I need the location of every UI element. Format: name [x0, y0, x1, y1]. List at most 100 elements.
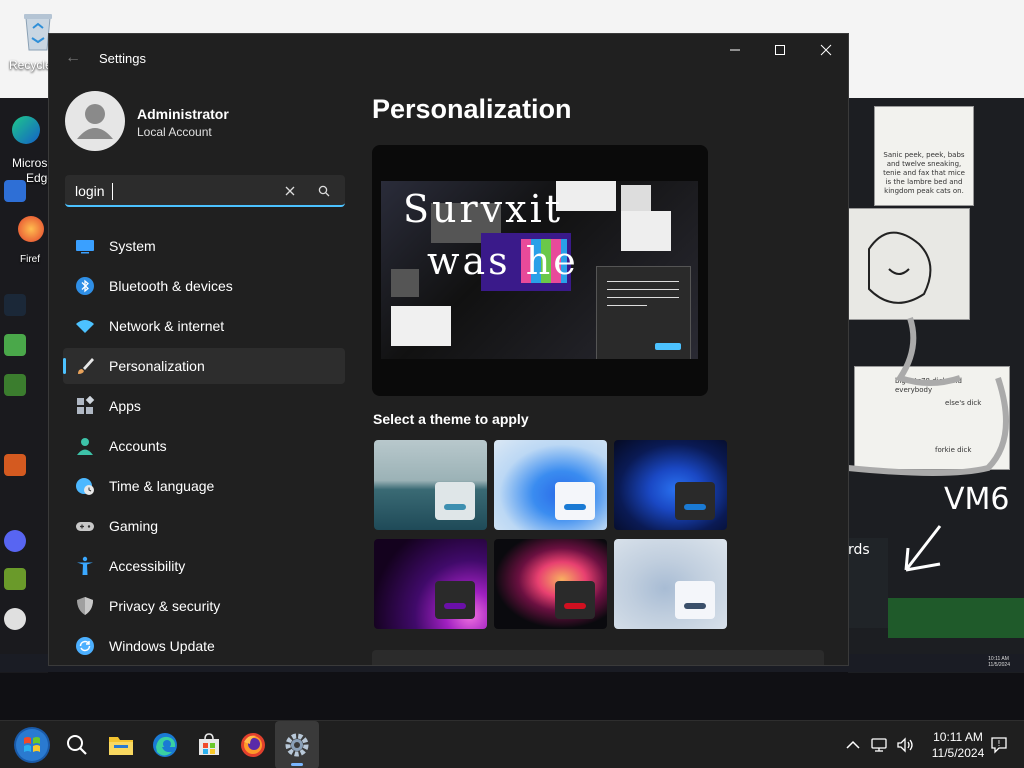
svg-text:!: ! [997, 739, 1000, 748]
brush-icon [78, 358, 94, 374]
sidebar-item-system[interactable]: System [63, 228, 345, 264]
text-caret [112, 183, 113, 200]
notifications-button[interactable]: ! [984, 721, 1014, 768]
sidebar-item-network[interactable]: Network & internet [63, 308, 345, 344]
start-button[interactable] [10, 721, 54, 768]
store-icon [199, 733, 219, 755]
globe-clock-icon [76, 478, 94, 495]
sidebar-item-bluetooth[interactable]: Bluetooth & devices [63, 268, 345, 304]
settings-taskbar-button[interactable] [275, 721, 319, 768]
edge-desktop-icon[interactable] [12, 116, 40, 144]
sidebar-item-label: Windows Update [109, 638, 215, 654]
wifi-icon [76, 320, 94, 333]
settings-icon [285, 733, 309, 757]
theme-preview: Survxit was he [372, 145, 708, 396]
notification-icon: ! [991, 737, 1007, 754]
clear-search-button[interactable] [279, 181, 301, 201]
desktop-icon-label[interactable]: Recycle [9, 58, 52, 72]
close-button[interactable] [803, 34, 848, 66]
search-icon [318, 185, 330, 197]
edge-button[interactable] [143, 721, 187, 768]
speaker-icon [897, 737, 913, 753]
clock-date: 11/5/2024 [931, 746, 985, 760]
vm-scrawl: VM6 [944, 482, 1010, 517]
sidebar-item-label: Apps [109, 398, 141, 414]
sidebar-item-apps[interactable]: Apps [63, 388, 345, 424]
maximize-icon [775, 45, 785, 55]
app-desktop-icon[interactable] [4, 334, 26, 356]
avatar[interactable] [65, 91, 125, 151]
bluetooth-icon [76, 277, 94, 295]
user-name: Administrator [137, 106, 229, 122]
sidebar-item-personalization[interactable]: Personalization [63, 348, 345, 384]
settings-card[interactable] [372, 650, 824, 665]
theme-captured-motion[interactable] [494, 539, 607, 629]
sidebar-item-label: Personalization [109, 358, 205, 374]
preview-graffiti-text: Survxit [403, 187, 563, 231]
sidebar-item-privacy[interactable]: Privacy & security [63, 588, 345, 624]
theme-flow[interactable] [614, 539, 727, 629]
theme-window-preview [555, 581, 595, 619]
shield-icon [77, 597, 93, 615]
theme-glow[interactable] [374, 539, 487, 629]
scribble-lines [848, 317, 1009, 476]
discord-desktop-icon[interactable] [4, 530, 26, 552]
user-silhouette-icon [77, 104, 113, 139]
title-bar[interactable]: ← Settings [49, 34, 848, 82]
back-arrow-icon[interactable]: ← [65, 50, 81, 66]
theme-window-preview [555, 482, 595, 520]
steam-desktop-icon[interactable] [4, 294, 26, 316]
firefox-desktop-icon[interactable] [18, 216, 44, 242]
sidebar-item-gaming[interactable]: Gaming [63, 508, 345, 544]
sidebar-item-accounts[interactable]: Accounts [63, 428, 345, 464]
settings-window: ← Settings Administrator Local Account l… [48, 33, 849, 666]
gamepad-icon [76, 522, 94, 531]
preview-desktop-image: Survxit was he [381, 181, 698, 359]
maximize-button[interactable] [757, 34, 803, 66]
sidebar-item-windows-update[interactable]: Windows Update [63, 628, 345, 664]
network-icon [871, 738, 887, 752]
chevron-up-icon [846, 740, 860, 749]
window-title: Settings [99, 51, 146, 66]
preview-mini-window [596, 266, 691, 359]
firefox-icon [241, 733, 265, 757]
edge-icon [153, 733, 177, 757]
close-icon [285, 186, 295, 196]
app-desktop-icon[interactable] [4, 374, 26, 396]
desktop-wallpaper-patch [888, 598, 1024, 638]
firefox-button[interactable] [231, 721, 275, 768]
file-explorer-button[interactable] [99, 721, 143, 768]
sidebar-item-label: Network & internet [109, 318, 225, 334]
inner-clock: 10:11 AM 11/5/2024 [988, 656, 1010, 668]
theme-bloom-dark[interactable] [614, 440, 727, 530]
app-desktop-icon[interactable] [4, 454, 26, 476]
desktop-icon-label[interactable]: Micros [12, 156, 47, 170]
theme-lake[interactable] [374, 440, 487, 530]
sidebar-item-label: Accessibility [109, 558, 186, 574]
search-input[interactable] [75, 181, 275, 201]
app-desktop-icon[interactable] [4, 568, 26, 590]
sidebar-item-label: Time & language [109, 478, 215, 494]
rds-text: rds [848, 542, 870, 558]
minimize-button[interactable] [712, 34, 758, 66]
sidebar-item-time-language[interactable]: Time & language [63, 468, 345, 504]
sidebar-item-accessibility[interactable]: Accessibility [63, 548, 345, 584]
file-explorer-icon [109, 737, 133, 755]
minimize-icon [730, 49, 740, 51]
app-desktop-icon[interactable] [4, 180, 26, 202]
monitor-icon [76, 240, 94, 254]
taskbar: 10:11 AM 11/5/2024 ! [0, 720, 1024, 768]
sidebar-item-label: Privacy & security [109, 598, 221, 614]
search-icon [67, 735, 87, 755]
search-box[interactable] [65, 175, 345, 207]
desktop-icon-label[interactable]: Firef [20, 254, 40, 265]
search-button[interactable] [313, 181, 335, 201]
theme-bloom-light[interactable] [494, 440, 607, 530]
volume-tray-button[interactable] [890, 721, 920, 768]
theme-window-preview [675, 482, 715, 520]
app-desktop-icon[interactable] [4, 608, 26, 630]
store-button[interactable] [187, 721, 231, 768]
taskbar-clock[interactable]: 10:11 AM 11/5/2024 [926, 729, 990, 761]
search-button[interactable] [55, 721, 99, 768]
theme-window-preview [675, 581, 715, 619]
